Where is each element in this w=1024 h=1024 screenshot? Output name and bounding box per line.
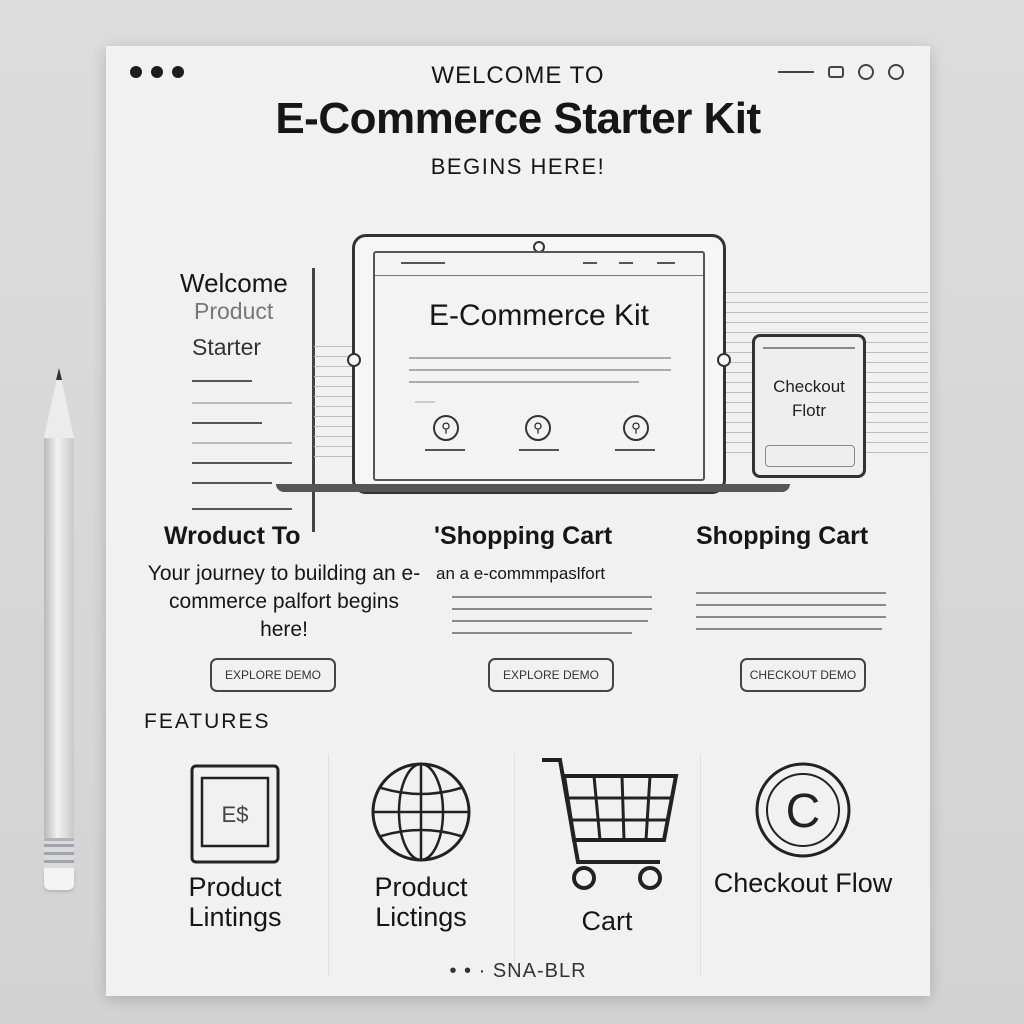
panel-line: [192, 508, 292, 510]
column-3-text-line: [696, 592, 886, 594]
screen-label: [519, 449, 559, 451]
screen-text-line: [409, 369, 671, 371]
column-2-body: an a e-commmpaslfort: [436, 564, 606, 583]
feature-card-product-listings[interactable]: E$ Product Lintings: [142, 754, 329, 976]
svg-text:E$: E$: [222, 802, 249, 827]
pencil-decoration: [44, 368, 74, 924]
panel-line: [192, 402, 292, 404]
feature-icon-small[interactable]: ⚲: [433, 415, 459, 441]
page-title: E-Commerce Starter Kit: [275, 94, 761, 143]
phone-mockup: Checkout Flotr: [752, 334, 866, 478]
laptop-screen: E-Commerce Kit ⚲ ⚲ ⚲: [373, 251, 705, 481]
footer-brand: • • · SNA-BLR: [449, 960, 587, 982]
nav-link[interactable]: [619, 262, 633, 264]
poster-page: WELCOME TO E-Commerce Starter Kit BEGINS…: [106, 46, 930, 996]
feature-label: Product Lintings: [188, 872, 282, 932]
column-2-text-line: [452, 608, 652, 610]
column-2-heading: 'Shopping Cart: [434, 522, 613, 550]
column-2-text-line: [452, 596, 652, 598]
checkout-c-icon: C: [753, 760, 853, 860]
feature-card-cart[interactable]: Cart: [514, 754, 701, 976]
globe-icon: [369, 760, 473, 864]
panel-starter-text: Starter: [192, 334, 262, 360]
side-button-icon: [347, 353, 361, 367]
column-3-text-line: [696, 628, 882, 630]
feature-label: Product Lictings: [374, 872, 468, 932]
column-3-heading: Shopping Cart: [696, 522, 869, 550]
feature-label: Checkout Flow: [713, 868, 893, 898]
nav-link[interactable]: [657, 262, 675, 264]
panel-welcome-text: Welcome: [180, 268, 288, 298]
panel-line: [192, 380, 252, 382]
laptop-mockup: E-Commerce Kit ⚲ ⚲ ⚲: [347, 234, 731, 494]
screen-text-line: [409, 357, 671, 359]
phone-top-bar: [763, 347, 855, 349]
screen-nav-bar: [375, 253, 703, 276]
features-heading: FEATURES: [144, 710, 271, 733]
column-2-text-line: [452, 620, 648, 622]
product-listing-icon: E$: [188, 762, 282, 866]
phone-checkout-text: Checkout Flotr: [773, 377, 845, 420]
panel-line: [192, 482, 272, 484]
phone-button[interactable]: [765, 445, 855, 467]
column-3-text-line: [696, 604, 886, 606]
feature-icon-small[interactable]: ⚲: [623, 415, 649, 441]
nav-link[interactable]: [401, 262, 445, 264]
laptop-base: [276, 484, 790, 492]
hero-subtitle: BEGINS HERE!: [430, 154, 606, 179]
screen-text-line: [409, 381, 639, 383]
svg-text:C: C: [786, 785, 821, 838]
shopping-cart-icon: [532, 750, 682, 900]
nav-link[interactable]: [583, 262, 597, 264]
column-1-heading: Wroduct To: [164, 522, 301, 550]
feature-icon-small[interactable]: ⚲: [525, 415, 551, 441]
screen-title: E-Commerce Kit: [428, 299, 650, 332]
feature-card-checkout-flow[interactable]: C Checkout Flow: [710, 754, 896, 976]
hero-welcome: WELCOME TO: [431, 62, 605, 89]
screen-label: [615, 449, 655, 451]
side-button-icon: [717, 353, 731, 367]
left-mock-panel: Welcome Product Starter: [178, 268, 315, 532]
panel-product-text: Product: [194, 298, 274, 324]
column-2-text-line: [452, 632, 632, 634]
feature-card-product-listings-2[interactable]: Product Lictings: [328, 754, 515, 976]
screen-label: [425, 449, 465, 451]
screen-text-line: [415, 401, 435, 403]
panel-line: [192, 422, 262, 424]
column-1-body: Your journey to building an e-commerce p…: [147, 562, 421, 641]
feature-label: Cart: [581, 906, 633, 936]
column-3-button[interactable]: CHECKOUT DEMO: [740, 658, 866, 692]
column-3-text-line: [696, 616, 886, 618]
panel-line: [192, 442, 292, 444]
column-2-button[interactable]: EXPLORE DEMO: [488, 658, 614, 692]
column-1-button[interactable]: EXPLORE DEMO: [210, 658, 336, 692]
panel-line: [192, 462, 292, 464]
